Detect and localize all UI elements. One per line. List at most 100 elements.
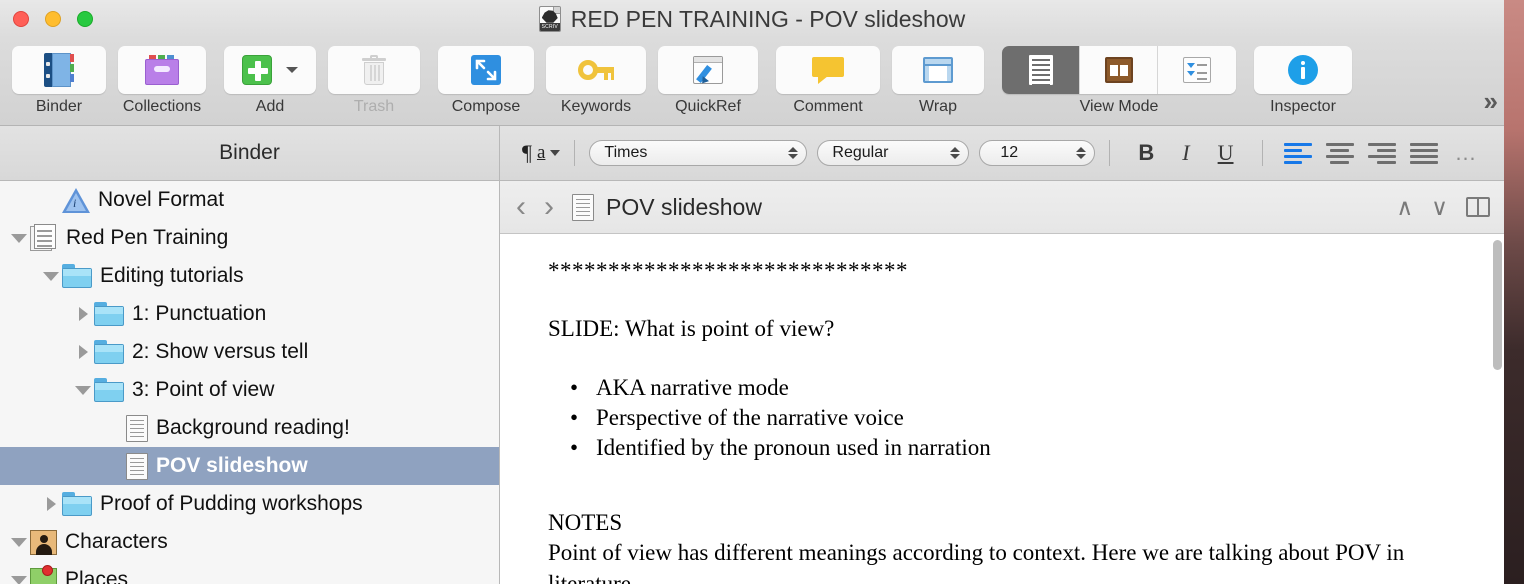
toolbar-item-quickref[interactable]: QuickRef: [658, 46, 758, 116]
toolbar-item-collections[interactable]: Collections: [118, 46, 206, 116]
toolbar-item-keywords[interactable]: Keywords: [546, 46, 646, 116]
toolbar-item-compose[interactable]: Compose: [438, 46, 534, 116]
back-button[interactable]: ‹: [516, 192, 526, 222]
font-size-stepper-icon[interactable]: [1076, 147, 1087, 159]
format-more-button[interactable]: …: [1455, 142, 1479, 164]
binder-tree[interactable]: i Novel Format Red Pen Training Editing …: [0, 181, 499, 584]
toolbar-item-add[interactable]: Add: [224, 46, 316, 116]
binder-item-novel-format[interactable]: i Novel Format: [0, 181, 499, 219]
binder-item-3-point-of-view[interactable]: 3: Point of view: [0, 371, 499, 409]
twisty-collapsed-icon[interactable]: [72, 307, 94, 321]
editor-header-controls: ∧ ∨: [1396, 194, 1490, 221]
notes-body: Point of view has different meanings acc…: [548, 540, 1405, 584]
quickref-button[interactable]: [658, 46, 758, 94]
editor-vertical-scrollbar[interactable]: [1493, 240, 1502, 370]
twisty-expanded-icon[interactable]: [40, 271, 62, 281]
compose-button[interactable]: [438, 46, 534, 94]
comment-button[interactable]: [776, 46, 880, 94]
wrap-button[interactable]: [892, 46, 984, 94]
binder-item-label: POV slideshow: [156, 454, 308, 477]
align-center-button[interactable]: [1325, 142, 1354, 164]
add-button[interactable]: [224, 46, 316, 94]
folder-icon: [94, 302, 124, 326]
binder-item-background-reading[interactable]: Background reading!: [0, 409, 499, 447]
binder-icon: [44, 53, 74, 87]
binder-button[interactable]: [12, 46, 106, 94]
info-icon: [1288, 55, 1318, 85]
places-icon: [30, 564, 57, 584]
add-menu-chevron-down-icon[interactable]: [286, 67, 298, 73]
font-family-select[interactable]: Times: [589, 140, 808, 166]
align-right-button[interactable]: [1367, 142, 1396, 164]
wrap-icon: [923, 57, 953, 83]
view-mode-corkboard-button[interactable]: [1080, 46, 1158, 94]
binder-item-editing-tutorials[interactable]: Editing tutorials: [0, 257, 499, 295]
view-mode-document-button[interactable]: [1002, 46, 1080, 94]
separator-line: ******************************: [548, 258, 908, 283]
chevron-up-icon[interactable]: ∧: [1396, 194, 1413, 221]
bullet-glyph: •: [570, 374, 579, 400]
bullet-glyph: •: [570, 405, 579, 431]
twisty-expanded-icon[interactable]: [8, 233, 30, 243]
twisty-expanded-icon[interactable]: [72, 385, 94, 395]
inspector-button[interactable]: [1254, 46, 1352, 94]
toolbar-item-trash: Trash: [328, 46, 420, 116]
window-title: RED PEN TRAINING - POV slideshow: [570, 5, 966, 32]
binder-item-label: Proof of Pudding workshops: [100, 492, 363, 515]
binder-item-proof-of-pudding-workshops[interactable]: Proof of Pudding workshops: [0, 485, 499, 523]
list-item-text: AKA narrative mode: [596, 374, 789, 400]
font-style-value: Regular: [832, 144, 889, 161]
twisty-expanded-icon[interactable]: [8, 575, 30, 584]
twisty-collapsed-icon[interactable]: [72, 345, 94, 359]
align-left-button[interactable]: [1283, 142, 1312, 164]
collections-icon: [145, 55, 179, 85]
binder-item-pov-slideshow[interactable]: POV slideshow: [0, 447, 499, 485]
binder-header-title: Binder: [219, 141, 280, 164]
toolbar-item-inspector[interactable]: Inspector: [1254, 46, 1352, 116]
binder-item-characters[interactable]: Characters: [0, 523, 499, 561]
font-family-stepper-icon[interactable]: [788, 147, 799, 159]
view-mode-label: View Mode: [1079, 98, 1159, 115]
trash-button: [328, 46, 420, 94]
binder-item-red-pen-training[interactable]: Red Pen Training: [0, 219, 499, 257]
paragraph-style-menu[interactable]: ¶ a: [522, 140, 561, 166]
keywords-button[interactable]: [546, 46, 646, 94]
underline-button[interactable]: U: [1218, 140, 1234, 166]
toolbar-item-binder[interactable]: Binder: [12, 46, 106, 116]
forward-button[interactable]: ›: [544, 192, 554, 222]
twisty-expanded-icon[interactable]: [8, 537, 30, 547]
editor-panel: ‹ › POV slideshow ∧ ∨ ******************…: [500, 181, 1504, 584]
align-justify-button[interactable]: [1409, 142, 1438, 164]
folder-icon: [62, 492, 92, 516]
list-item-text: Perspective of the narrative voice: [596, 405, 904, 431]
view-mode-outliner-button[interactable]: [1158, 46, 1236, 94]
view-mode-segmented-control[interactable]: [1002, 46, 1236, 94]
toolbar-item-view-mode[interactable]: View Mode: [1002, 46, 1236, 116]
split-view-icon[interactable]: [1466, 197, 1490, 217]
binder-item-2-show-versus-tell[interactable]: 2: Show versus tell: [0, 333, 499, 371]
font-style-stepper-icon[interactable]: [950, 147, 961, 159]
binder-item-label: Red Pen Training: [66, 226, 229, 249]
notes-heading: NOTES: [548, 509, 623, 535]
style-chevron-down-icon[interactable]: [550, 150, 561, 156]
document-content[interactable]: ****************************** SLIDE: Wh…: [500, 256, 1504, 584]
binder-item-label: 2: Show versus tell: [132, 340, 309, 363]
italic-button[interactable]: I: [1182, 140, 1189, 166]
chevron-down-icon[interactable]: ∨: [1431, 194, 1448, 221]
format-divider-2: [1109, 140, 1111, 166]
bold-button[interactable]: B: [1138, 140, 1154, 166]
toolbar-item-wrap[interactable]: Wrap: [892, 46, 984, 116]
collections-button[interactable]: [118, 46, 206, 94]
binder-item-1-punctuation[interactable]: 1: Punctuation: [0, 295, 499, 333]
binder-item-places[interactable]: Places: [0, 561, 499, 584]
toolbar-item-comment[interactable]: Comment: [776, 46, 880, 116]
toolbar-overflow-button[interactable]: »: [1484, 86, 1498, 117]
manuscript-icon: [30, 224, 58, 252]
font-size-select[interactable]: 12: [979, 140, 1096, 166]
twisty-collapsed-icon[interactable]: [40, 497, 62, 511]
font-style-select[interactable]: Regular: [817, 140, 970, 166]
editor-text-area[interactable]: ****************************** SLIDE: Wh…: [500, 234, 1504, 584]
